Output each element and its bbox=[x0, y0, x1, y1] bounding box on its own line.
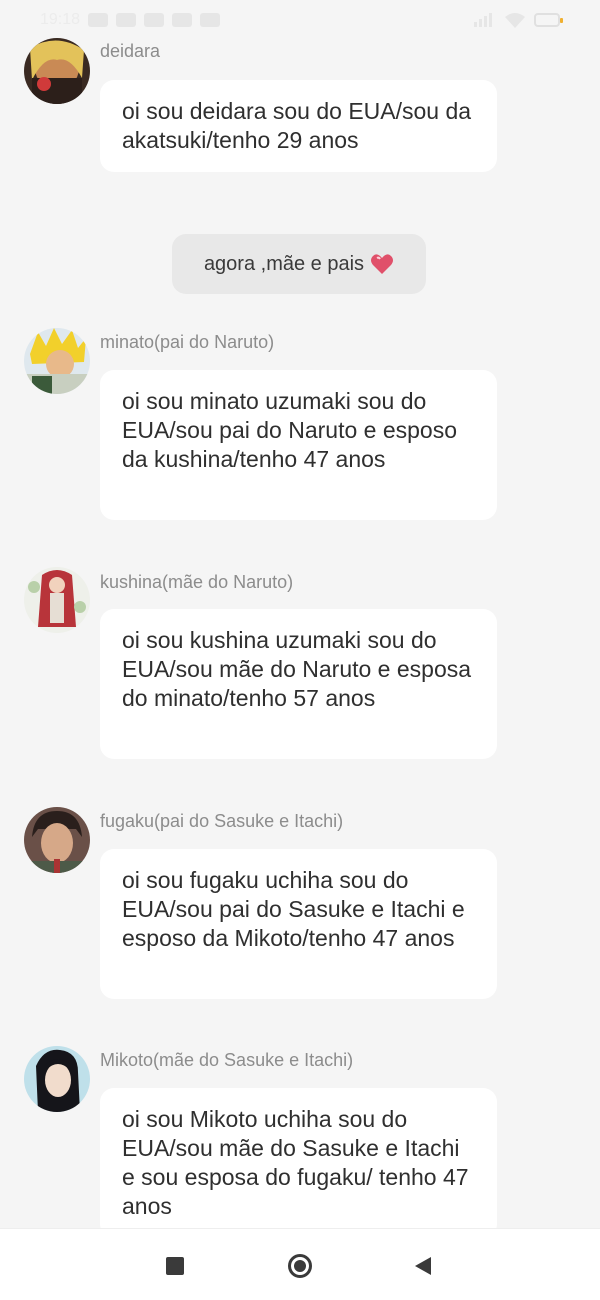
username: kushina(mãe do Naruto) bbox=[100, 572, 294, 592]
triangle-back-icon bbox=[415, 1257, 431, 1275]
avatar[interactable] bbox=[24, 1046, 90, 1112]
back-button[interactable] bbox=[408, 1251, 438, 1281]
username: Mikoto(mãe do Sasuke e Itachi) bbox=[100, 1050, 354, 1070]
circle-home-icon bbox=[288, 1254, 312, 1278]
message-bubble[interactable]: oi sou kushina uzumaki sou do EUA/sou mã… bbox=[100, 609, 497, 759]
notification-icon bbox=[144, 13, 165, 27]
username: fugaku(pai do Sasuke e Itachi) bbox=[100, 811, 344, 831]
username: minato(pai do Naruto) bbox=[100, 332, 275, 352]
heart-icon bbox=[371, 254, 394, 274]
navigation-bar bbox=[0, 1228, 600, 1300]
message-bubble[interactable]: oi sou fugaku uchiha sou do EUA/sou pai … bbox=[100, 849, 497, 999]
status-bar: 19:18 bbox=[0, 0, 600, 40]
avatar[interactable] bbox=[24, 328, 90, 394]
status-left: 19:18 bbox=[40, 11, 221, 29]
avatar[interactable] bbox=[24, 807, 90, 873]
signal-icon bbox=[474, 13, 492, 27]
system-notice: agora ,mãe e pais bbox=[172, 234, 426, 294]
notification-icon bbox=[116, 13, 137, 27]
recent-apps-button[interactable] bbox=[160, 1251, 190, 1281]
username: deidara bbox=[100, 41, 161, 61]
status-time: 19:18 bbox=[40, 11, 81, 28]
notice-text: agora ,mãe e pais bbox=[203, 252, 365, 275]
message-bubble[interactable]: oi sou Mikoto uchiha sou do EUA/sou mãe … bbox=[100, 1088, 497, 1238]
alarm-icon bbox=[88, 13, 109, 27]
status-right bbox=[474, 12, 563, 28]
battery-icon bbox=[534, 13, 563, 27]
message-bubble[interactable]: oi sou minato uzumaki sou do EUA/sou pai… bbox=[100, 370, 497, 520]
avatar[interactable] bbox=[24, 38, 90, 104]
avatar[interactable] bbox=[24, 567, 90, 633]
notification-icon bbox=[200, 13, 221, 27]
square-icon bbox=[166, 1257, 184, 1275]
notification-icon bbox=[172, 13, 193, 27]
message-bubble[interactable]: oi sou deidara sou do EUA/sou da akatsuk… bbox=[100, 80, 497, 172]
home-button[interactable] bbox=[285, 1251, 315, 1281]
wifi-icon bbox=[505, 13, 525, 28]
